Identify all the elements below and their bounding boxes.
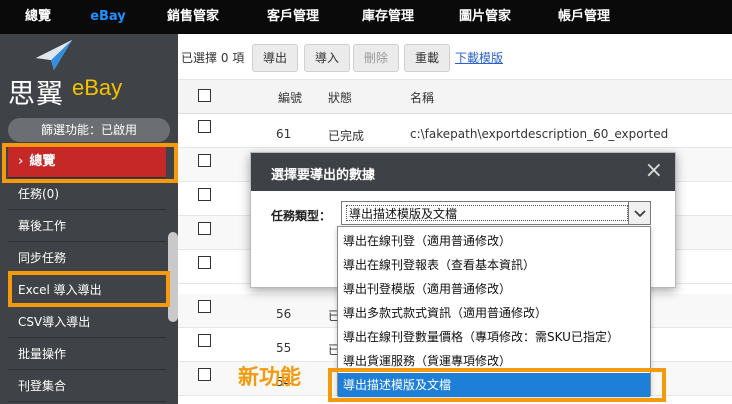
option-export-online-listings[interactable]: 導出在線刊登（適用普通修改）: [338, 229, 650, 253]
filter-status-badge[interactable]: 篩選功能：已啟用: [8, 118, 170, 142]
paper-plane-icon: [36, 40, 72, 70]
nav-ebay[interactable]: eBay: [76, 0, 140, 34]
delete-button[interactable]: 刪除: [353, 44, 399, 72]
task-type-select[interactable]: 導出描述模版及文檔: [341, 201, 651, 225]
task-type-label: 任務類型：: [271, 209, 332, 223]
nav-sales-manager[interactable]: 銷售管家: [140, 0, 246, 34]
sidebar-item-csv-import-export[interactable]: CSV導入導出: [8, 306, 166, 338]
row-name: c:\fakepath\exportdescription_60_exporte…: [410, 127, 669, 141]
nav-inventory-management[interactable]: 庫存管理: [340, 0, 436, 34]
option-export-online-listing-report[interactable]: 導出在線刊登報表（查看基本資訊）: [338, 253, 650, 277]
row-id: 61: [276, 127, 292, 141]
row-checkbox[interactable]: [198, 368, 211, 381]
row-status: 已完成: [328, 129, 365, 143]
option-export-listing-templates[interactable]: 導出刊登模版（適用普通修改）: [338, 277, 650, 301]
modal-header: 選擇要導出的數據 ×: [251, 153, 675, 191]
modal-title: 選擇要導出的數據: [271, 168, 376, 183]
nav-image-manager[interactable]: 圖片管家: [436, 0, 534, 34]
row-checkbox[interactable]: [198, 120, 211, 133]
row-id: 56: [276, 307, 292, 321]
row-id: 55: [276, 341, 292, 355]
logo-text: 思翼: [8, 79, 64, 110]
column-status[interactable]: 狀態: [328, 89, 352, 106]
column-id[interactable]: 編號: [278, 89, 302, 106]
sidebar-item-bulk-operations[interactable]: 批量操作: [8, 338, 166, 370]
highlight-frame-overview: [2, 143, 178, 183]
sidebar-item-sync-tasks[interactable]: 同步任務: [8, 242, 166, 274]
nav-account-management[interactable]: 帳戶管理: [534, 0, 634, 34]
row-checkbox[interactable]: [198, 154, 211, 167]
toolbar: 已選擇 0 項 導出 導入 刪除 重載 下載模版: [178, 34, 732, 80]
selected-count: 已選擇 0 項: [181, 51, 245, 65]
row-checkbox[interactable]: [198, 256, 211, 269]
row-checkbox[interactable]: [198, 188, 211, 201]
download-template-link[interactable]: 下載模版: [455, 49, 503, 66]
option-export-quantity-price[interactable]: 導出在線刊登數量價格（專項修改：需SKU已指定）: [338, 325, 650, 349]
logo: 思翼 eBay: [0, 34, 178, 114]
close-icon[interactable]: ×: [645, 159, 663, 183]
table-row[interactable]: 61 已完成 c:\fakepath\exportdescription_60_…: [178, 114, 732, 148]
top-nav: 總覽 eBay 銷售管家 客戶管理 庫存管理 圖片管家 帳戶管理: [0, 0, 732, 34]
logo-brand: eBay: [72, 75, 123, 100]
nav-customer-management[interactable]: 客戶管理: [246, 0, 340, 34]
chevron-down-icon: [634, 210, 646, 218]
row-checkbox[interactable]: [198, 300, 211, 313]
dropdown-toggle[interactable]: [628, 202, 650, 224]
sidebar-item-listing-collection[interactable]: 刊登集合: [8, 370, 166, 402]
column-name[interactable]: 名稱: [410, 89, 434, 106]
export-button[interactable]: 導出: [252, 44, 298, 72]
table-header: 編號 狀態 名稱: [178, 80, 732, 114]
new-feature-annotation: 新功能: [238, 365, 301, 389]
highlight-frame-excel: [8, 271, 170, 307]
sidebar-item-background-jobs[interactable]: 幕後工作: [8, 210, 166, 242]
import-button[interactable]: 導入: [304, 44, 350, 72]
row-checkbox[interactable]: [198, 222, 211, 235]
row-checkbox[interactable]: [198, 334, 211, 347]
sidebar: 思翼 eBay 篩選功能：已啟用 › 總覽 任務(0) 幕後工作 同步任務 Exc…: [0, 34, 178, 404]
nav-overview[interactable]: 總覽: [0, 0, 76, 34]
task-type-selected-value: 導出描述模版及文檔: [346, 205, 628, 221]
reload-button[interactable]: 重載: [404, 44, 450, 72]
select-all-checkbox[interactable]: [198, 89, 211, 102]
highlight-frame-new-option: [328, 368, 666, 402]
option-export-variation-info[interactable]: 導出多款式款式資訊（適用普通修改）: [338, 301, 650, 325]
